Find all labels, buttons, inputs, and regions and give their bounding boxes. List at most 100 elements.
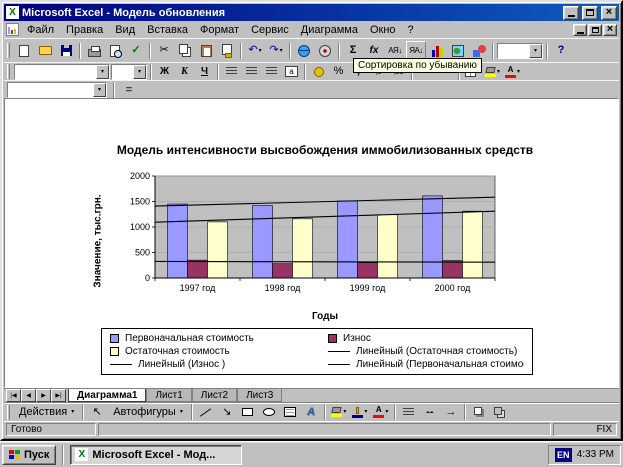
arrow-style-button[interactable]: → <box>441 403 461 422</box>
toolbar-grip[interactable] <box>7 405 10 420</box>
arrow-button[interactable]: ↘ <box>217 403 237 422</box>
menu-item-2[interactable]: Вид <box>109 23 141 37</box>
sheet-tab-0[interactable]: Диаграмма1 <box>68 389 146 402</box>
formula-input[interactable] <box>141 83 616 97</box>
copy-button[interactable] <box>175 41 195 60</box>
next-sheet-button[interactable]: ▶ <box>36 389 51 402</box>
last-sheet-button[interactable]: ▶| <box>51 389 66 402</box>
menu-item-0[interactable]: Файл <box>21 23 60 37</box>
chevron-down-icon: ▾ <box>517 69 520 75</box>
underline-icon: Ч <box>201 66 208 77</box>
name-box-dropdown-button[interactable]: ▾ <box>93 83 106 97</box>
undo-button[interactable]: ↶▾ <box>245 41 265 60</box>
doc-restore-button[interactable] <box>588 24 602 36</box>
bar-series0-cat0 <box>168 204 188 278</box>
sheet-tab-2[interactable]: Лист2 <box>192 389 237 402</box>
menu-item-6[interactable]: Диаграмма <box>295 23 364 37</box>
font-size-dropdown-button[interactable]: ▾ <box>133 65 146 79</box>
language-indicator[interactable]: EN <box>555 448 572 462</box>
maximize-button[interactable] <box>582 6 598 20</box>
align-right-button[interactable] <box>262 64 281 80</box>
web-toolbar-button[interactable] <box>315 41 335 60</box>
draw-line-color-button[interactable]: ▾ <box>350 403 370 422</box>
chart-plot[interactable]: 05001000150020001997 год1998 год1999 год… <box>105 171 545 311</box>
draw-font-color-button[interactable]: А▾ <box>371 403 391 422</box>
draw-actions-menu-button[interactable]: Действия▾ <box>14 404 79 421</box>
paste-button[interactable] <box>196 41 216 60</box>
bold-button[interactable]: Ж <box>155 64 174 80</box>
name-box[interactable]: ▾ <box>7 82 107 98</box>
svg-text:1000: 1000 <box>130 222 150 232</box>
toolbar-separator <box>464 404 466 420</box>
text-box-button[interactable] <box>280 403 300 422</box>
toolbar-grip[interactable] <box>7 43 10 58</box>
sheet-tab-1[interactable]: Лист1 <box>146 389 191 402</box>
toolbar-separator <box>150 64 152 80</box>
font-color-button[interactable]: А▾ <box>503 64 522 80</box>
zoom-combobox[interactable]: ▾ <box>497 43 543 59</box>
format-painter-button[interactable] <box>217 41 237 60</box>
percent-button[interactable]: % <box>329 64 348 80</box>
menu-item-5[interactable]: Сервис <box>245 23 295 37</box>
office-assistant-button[interactable]: ? <box>551 41 571 60</box>
bar-series1-cat2 <box>358 263 378 278</box>
align-center-button[interactable] <box>242 64 261 80</box>
new-button[interactable] <box>14 41 34 60</box>
dash-style-button[interactable]: -- <box>420 403 440 422</box>
bar-series0-cat3 <box>423 196 443 278</box>
previous-sheet-button[interactable]: ◀ <box>21 389 36 402</box>
menu-items: ФайлПравкаВидВставкаФорматСервисДиаграмм… <box>21 23 420 37</box>
zoom-dropdown-button[interactable]: ▾ <box>529 44 542 58</box>
cut-button[interactable]: ✂ <box>154 41 174 60</box>
spelling-button[interactable]: ✓ <box>126 41 146 60</box>
doc-minimize-button[interactable] <box>573 24 587 36</box>
first-sheet-button[interactable]: |◀ <box>6 389 21 402</box>
toolbar-grip[interactable] <box>7 64 10 79</box>
redo-button[interactable]: ↷▾ <box>266 41 286 60</box>
sheet-tab-3[interactable]: Лист3 <box>237 389 282 402</box>
select-objects-button[interactable]: ↖ <box>87 403 107 422</box>
menu-item-3[interactable]: Вставка <box>141 23 194 37</box>
start-button[interactable]: Пуск <box>2 445 56 465</box>
font-dropdown-button[interactable]: ▾ <box>96 65 109 79</box>
menu-item-7[interactable]: Окно <box>364 23 402 37</box>
wordart-button[interactable]: А <box>301 403 321 422</box>
minimize-button[interactable] <box>563 6 579 20</box>
insert-hyperlink-button[interactable] <box>294 41 314 60</box>
currency-button[interactable] <box>309 64 328 80</box>
toolbar-separator <box>217 64 219 80</box>
bar-series0-cat1 <box>253 206 273 278</box>
fill-color-button[interactable]: ▾ <box>483 64 502 80</box>
chart[interactable]: Модель интенсивности высвобождения иммоб… <box>91 143 619 375</box>
menu-item-8[interactable]: ? <box>402 23 420 37</box>
taskbar-excel-button[interactable]: X Microsoft Excel - Мод... <box>70 445 242 465</box>
italic-button[interactable]: К <box>175 64 194 80</box>
doc-close-button[interactable]: × <box>603 24 617 36</box>
oval-button[interactable] <box>259 403 279 422</box>
fill-color-icon <box>485 67 496 77</box>
merge-center-button[interactable]: а <box>282 64 301 80</box>
line-style-button[interactable] <box>399 403 419 422</box>
arrow-icon: ↘ <box>222 407 231 418</box>
line-button[interactable] <box>196 403 216 422</box>
save-button[interactable] <box>56 41 76 60</box>
align-left-button[interactable] <box>222 64 241 80</box>
print-button[interactable] <box>84 41 104 60</box>
threed-button[interactable] <box>490 403 510 422</box>
edit-formula-button[interactable]: = <box>121 84 137 96</box>
font-name-combobox[interactable]: ▾ <box>14 64 110 80</box>
shadow-button[interactable] <box>469 403 489 422</box>
rectangle-button[interactable] <box>238 403 258 422</box>
print-preview-button[interactable] <box>105 41 125 60</box>
bar-series1-cat0 <box>188 260 208 278</box>
close-button[interactable]: × <box>601 6 617 20</box>
draw-fill-color-button[interactable]: ▾ <box>329 403 349 422</box>
menu-item-4[interactable]: Формат <box>194 23 245 37</box>
open-button[interactable] <box>35 41 55 60</box>
toolbar-separator <box>82 404 84 420</box>
font-size-combobox[interactable]: ▾ <box>111 64 147 80</box>
menu-item-1[interactable]: Правка <box>60 23 109 37</box>
legend-box-marker <box>328 334 337 343</box>
underline-button[interactable]: Ч <box>195 64 214 80</box>
autoshapes-menu-button[interactable]: Автофигуры▾ <box>108 404 188 421</box>
